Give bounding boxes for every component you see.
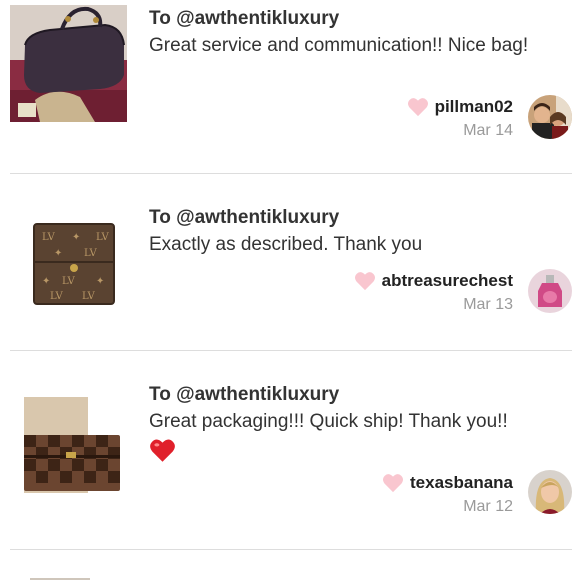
review-comment: Great service and communication!! Nice b…	[149, 35, 529, 56]
listing-thumbnail-wallet[interactable]	[10, 381, 127, 498]
review-item: LV ✦ LV ✦ LV ✦ LV ✦ LV LV To @awthentikluxury …	[0, 175, 580, 351]
reviewer[interactable]: texasbanana	[382, 472, 513, 494]
divider	[10, 173, 572, 174]
listing-thumbnail-wallet[interactable]: LV ✦ LV ✦ LV ✦ LV ✦ LV LV	[10, 204, 127, 321]
heart-icon	[383, 474, 403, 493]
svg-text:✦: ✦	[72, 232, 80, 243]
review-comment-text: Great packaging!!! Quick ship! Thank you…	[149, 411, 508, 432]
couple-photo-avatar	[528, 95, 572, 139]
review-item: To @awthentikluxury Great service and co…	[0, 0, 580, 175]
recipient-label: To @awthentikluxury	[149, 8, 340, 29]
recipient-label: To @awthentikluxury	[149, 207, 340, 228]
heart-icon	[354, 272, 375, 291]
divider	[10, 549, 572, 550]
listing-thumbnail-bag[interactable]	[10, 5, 127, 122]
svg-text:LV: LV	[42, 232, 55, 243]
listing-thumbnail-partial[interactable]	[10, 575, 127, 580]
reviewer-username[interactable]: abtreasurechest	[382, 271, 513, 291]
reviewer-username[interactable]: pillman02	[435, 97, 513, 117]
heart-icon	[407, 98, 428, 117]
review-comment: Great packaging!!! Quick ship! Thank you…	[149, 408, 569, 464]
divider	[10, 350, 572, 351]
svg-text:LV: LV	[50, 291, 63, 302]
partial-item-photo	[10, 575, 127, 580]
review-date: Mar 13	[463, 296, 513, 313]
svg-text:LV: LV	[62, 276, 75, 287]
svg-text:✦: ✦	[42, 276, 50, 287]
recipient-label: To @awthentikluxury	[149, 384, 340, 405]
review-comment: Exactly as described. Thank you	[149, 234, 423, 255]
svg-text:✦: ✦	[96, 276, 104, 287]
monogram-wallet-photo: LV ✦ LV ✦ LV ✦ LV ✦ LV LV	[10, 204, 127, 321]
svg-text:✦: ✦	[54, 248, 62, 259]
svg-text:LV: LV	[84, 248, 97, 259]
blonde-woman-avatar	[528, 470, 572, 514]
reviewer[interactable]: abtreasurechest	[354, 270, 513, 292]
svg-text:LV: LV	[82, 291, 95, 302]
review-item: To @awthentikluxury Great packaging!!! Q…	[0, 352, 580, 552]
reviewer-username[interactable]: texasbanana	[410, 473, 513, 493]
red-heart-emoji	[150, 439, 175, 463]
review-feed: To @awthentikluxury Great service and co…	[0, 0, 580, 580]
checkered-wallet-photo	[10, 381, 127, 498]
reviewer-avatar[interactable]	[528, 470, 572, 514]
brown-leather-duffel-bag-photo	[10, 5, 127, 122]
reviewer-avatar[interactable]	[528, 269, 572, 313]
reviewer[interactable]: pillman02	[407, 96, 513, 118]
review-date: Mar 12	[463, 498, 513, 515]
pink-bottle-avatar	[528, 269, 572, 313]
svg-text:LV: LV	[96, 232, 109, 243]
review-date: Mar 14	[463, 122, 513, 139]
reviewer-avatar[interactable]	[528, 95, 572, 139]
